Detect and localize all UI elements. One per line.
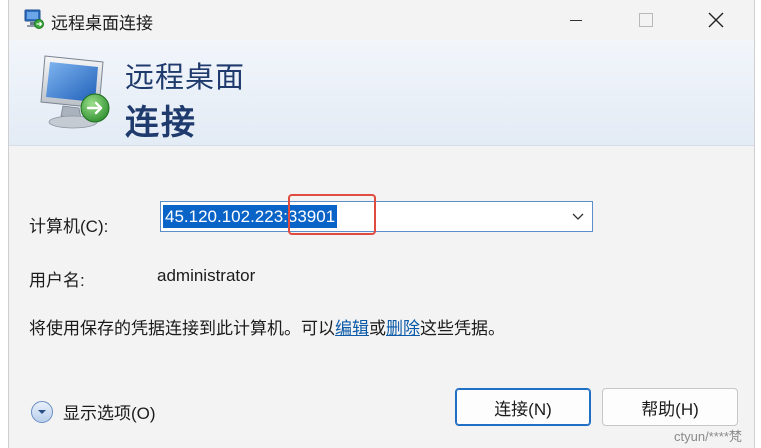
username-label: 用户名: <box>29 271 85 290</box>
dialog-body: 计算机(C): 45.120.102.223:33901 用户名: admini… <box>9 146 754 448</box>
computer-combobox[interactable]: 45.120.102.223:33901 <box>160 201 593 232</box>
username-value: administrator <box>157 266 256 285</box>
saved-credentials-prefix: 将使用保存的凭据连接到此计算机。可以 <box>29 319 335 338</box>
monitor-connect-icon <box>40 55 110 129</box>
expand-chevron-icon[interactable] <box>31 400 53 423</box>
watermark-text: ctyun/****梵 <box>674 429 742 444</box>
saved-credentials-suffix: 这些凭据。 <box>420 319 505 338</box>
maximize-button[interactable] <box>611 0 681 40</box>
delete-credentials-link[interactable]: 删除 <box>386 319 420 338</box>
remote-desktop-icon <box>24 9 44 29</box>
close-button[interactable] <box>681 0 751 40</box>
minimize-button[interactable] <box>541 0 611 40</box>
computer-label: 计算机(C): <box>29 217 109 236</box>
rdp-window: 远程桌面连接 远程桌面 连接 计算机(C): 45.120.102.223:33… <box>8 0 755 448</box>
connect-button[interactable]: 连接(N) <box>455 388 591 426</box>
show-options-toggle[interactable]: 显示选项(O) <box>31 399 156 424</box>
title-bar[interactable]: 远程桌面连接 <box>9 0 754 40</box>
edit-credentials-link[interactable]: 编辑 <box>335 319 369 338</box>
banner-title-line2: 连接 <box>125 104 197 142</box>
help-button[interactable]: 帮助(H) <box>602 388 738 426</box>
banner-title-line1: 远程桌面 <box>125 62 246 94</box>
show-options-label[interactable]: 显示选项(O) <box>63 399 156 424</box>
minimize-icon <box>570 19 582 21</box>
chevron-down-icon <box>38 409 46 414</box>
saved-credentials-text: 将使用保存的凭据连接到此计算机。可以编辑或删除这些凭据。 <box>29 314 505 339</box>
close-icon <box>708 12 724 28</box>
window-title: 远程桌面连接 <box>51 14 153 33</box>
chevron-down-icon[interactable] <box>570 208 586 224</box>
or-text: 或 <box>369 319 386 338</box>
maximize-icon <box>639 13 653 27</box>
header-banner: 远程桌面 连接 <box>9 40 754 146</box>
highlight-annotation-box <box>288 194 376 235</box>
